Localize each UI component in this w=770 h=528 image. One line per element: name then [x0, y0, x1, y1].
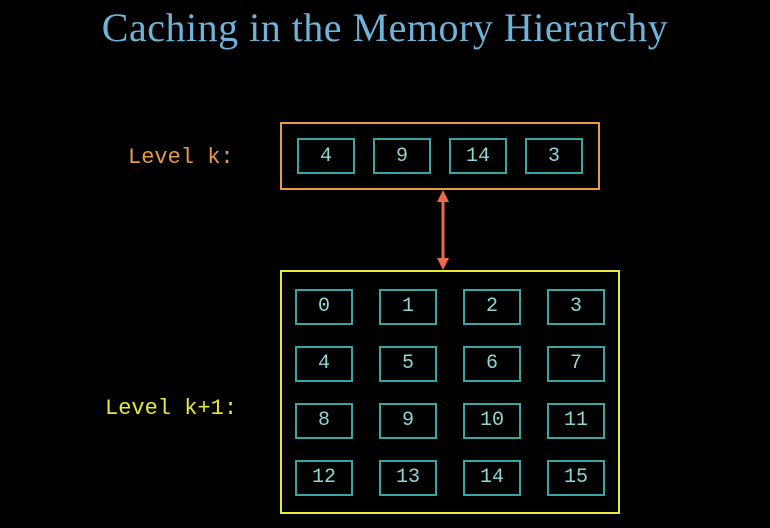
- memory-cell: 14: [463, 460, 521, 496]
- level-k-container: 4 9 14 3: [280, 122, 600, 190]
- memory-row: 0 1 2 3: [282, 289, 618, 325]
- memory-cell: 13: [379, 460, 437, 496]
- memory-cell: 5: [379, 346, 437, 382]
- cache-cell: 4: [297, 138, 355, 174]
- memory-cell: 11: [547, 403, 605, 439]
- memory-cell: 7: [547, 346, 605, 382]
- level-k1-container: 0 1 2 3 4 5 6 7 8 9 10 11 12 13 14 15: [280, 270, 620, 514]
- memory-cell: 15: [547, 460, 605, 496]
- memory-cell: 9: [379, 403, 437, 439]
- level-k-label: Level k:: [128, 145, 234, 170]
- memory-cell: 6: [463, 346, 521, 382]
- memory-cell: 1: [379, 289, 437, 325]
- memory-cell: 4: [295, 346, 353, 382]
- cache-cell: 9: [373, 138, 431, 174]
- cache-cell: 3: [525, 138, 583, 174]
- memory-cell: 3: [547, 289, 605, 325]
- memory-cell: 8: [295, 403, 353, 439]
- memory-row: 12 13 14 15: [282, 460, 618, 496]
- memory-cell: 0: [295, 289, 353, 325]
- cache-cell: 14: [449, 138, 507, 174]
- memory-cell: 12: [295, 460, 353, 496]
- slide: Caching in the Memory Hierarchy Level k:…: [0, 0, 770, 528]
- level-k1-label: Level k+1:: [105, 396, 237, 421]
- memory-cell: 10: [463, 403, 521, 439]
- memory-row: 8 9 10 11: [282, 403, 618, 439]
- memory-cell: 2: [463, 289, 521, 325]
- page-title: Caching in the Memory Hierarchy: [0, 4, 770, 51]
- bidirectional-arrow-icon: [435, 190, 451, 270]
- memory-row: 4 5 6 7: [282, 346, 618, 382]
